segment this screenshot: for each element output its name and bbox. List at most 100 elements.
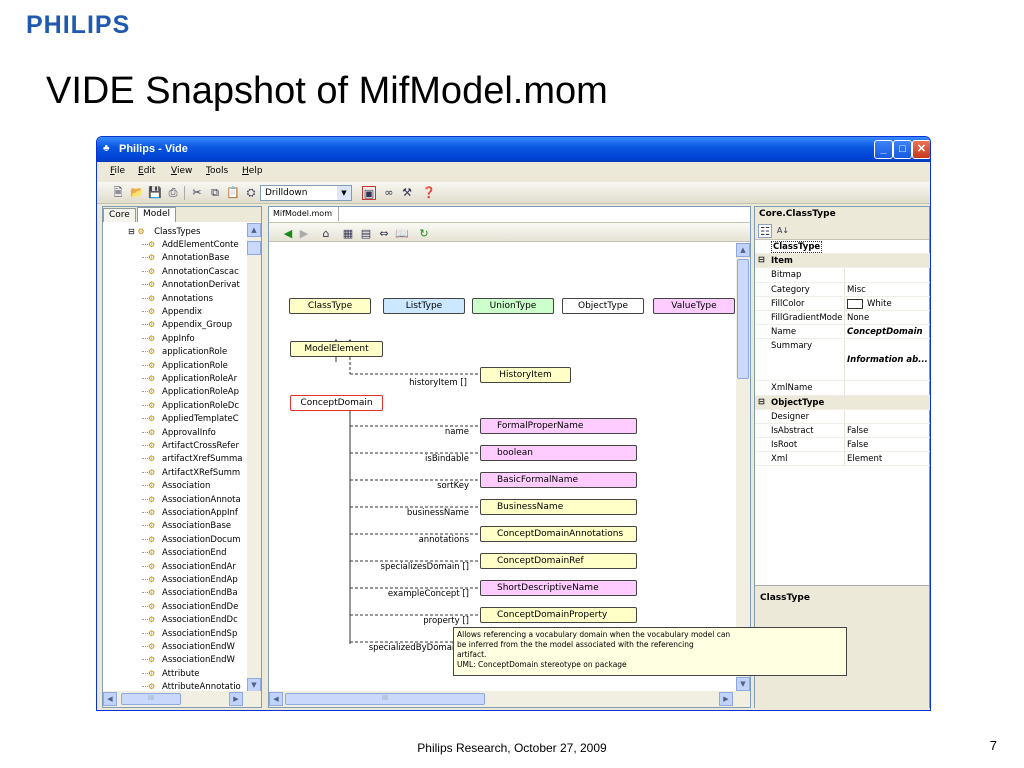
property-row[interactable]: XmlName	[755, 381, 930, 396]
attribute-type-box[interactable]: BasicFormalName	[480, 472, 637, 488]
paste-icon[interactable]: 📋	[226, 186, 240, 200]
tree-item[interactable]: ⚙ Annotations	[142, 292, 248, 305]
tree-item[interactable]: ⚙ AnnotationBase	[142, 251, 248, 264]
property-selected-row[interactable]: ClassType	[755, 240, 930, 255]
property-row[interactable]: IsRoot False	[755, 438, 930, 453]
scroll-thumb[interactable]	[247, 241, 261, 255]
tree-item[interactable]: ⚙ AssociationEndAp	[142, 573, 248, 586]
tree-item[interactable]: ⚙ AssociationEnd	[142, 546, 248, 559]
legend-classtype[interactable]: ClassType	[289, 298, 371, 314]
new-file-icon[interactable]: 🗎	[111, 186, 125, 200]
tree-item[interactable]: ⚙ AssociationAppInf	[142, 506, 248, 519]
collapse-icon[interactable]: ⊟	[128, 227, 135, 236]
property-row[interactable]: IsAbstract False	[755, 423, 930, 439]
canvas-scroll-right-icon[interactable]: ▶	[719, 692, 733, 706]
refresh-icon[interactable]: ↻	[417, 227, 431, 241]
legend-valuetype[interactable]: ValueType	[653, 298, 735, 314]
attribute-type-box[interactable]: BusinessName	[480, 499, 637, 515]
hscroll-thumb[interactable]: III	[121, 693, 181, 705]
tree-root[interactable]: ⊟ ⚙ ClassTypes	[128, 225, 248, 238]
tree-item[interactable]: ⚙ AssociationEndSp	[142, 627, 248, 640]
tree-item[interactable]: ⚙ AssociationEndW	[142, 653, 248, 666]
tree-item[interactable]: ⚙ AnnotationDerivat	[142, 278, 248, 291]
tree-item[interactable]: ⚙ artifactXrefSumma	[142, 452, 248, 465]
print-icon[interactable]: ⎙	[166, 186, 180, 200]
scroll-up-icon[interactable]: ▲	[247, 223, 261, 237]
tree-item[interactable]: ⚙ AssociationEndBa	[142, 586, 248, 599]
property-row[interactable]: FillGradientMode None	[755, 310, 930, 326]
minimize-button[interactable]: _	[874, 140, 893, 159]
canvas-scroll-up-icon[interactable]: ▲	[736, 243, 750, 257]
save-icon[interactable]: 💾	[148, 186, 162, 200]
tree-item[interactable]: ⚙ ArtifactXRefSumm	[142, 466, 248, 479]
home-icon[interactable]: ⌂	[319, 227, 333, 241]
property-row[interactable]: FillColor White	[755, 296, 930, 311]
property-row[interactable]: Category Misc	[755, 282, 930, 297]
attribute-type-box[interactable]: ConceptDomainProperty	[480, 607, 637, 623]
legend-listtype[interactable]: ListType	[383, 298, 465, 314]
book-icon[interactable]: 📖	[395, 227, 409, 241]
attribute-type-box[interactable]: FormalProperName	[480, 418, 637, 434]
tab-core[interactable]: Core	[103, 208, 136, 222]
tree-item[interactable]: ⚙ AppliedTemplateC	[142, 412, 248, 425]
tools-icon[interactable]: ⚒	[400, 186, 414, 200]
property-row[interactable]: Xml Element	[755, 452, 930, 467]
history-item-box[interactable]: HistoryItem	[480, 367, 571, 383]
tree-item[interactable]: ⚙ ArtifactCrossRefer	[142, 439, 248, 452]
attribute-type-box[interactable]: ShortDescriptiveName	[480, 580, 637, 596]
tree-item[interactable]: ⚙ AssociationBase	[142, 519, 248, 532]
property-value[interactable]: ConceptDomain	[847, 327, 923, 337]
tree-layout-icon[interactable]: ▤	[359, 227, 373, 241]
tree-item[interactable]: ⚙ ApplicationRole	[142, 359, 248, 372]
alphabetical-icon[interactable]: A↓	[776, 224, 790, 238]
diagram-icon[interactable]: ▣	[362, 186, 376, 200]
property-row[interactable]: Designer	[755, 409, 930, 424]
property-row[interactable]: Summary Information ab...	[755, 339, 930, 382]
categorized-icon[interactable]: ☷	[758, 224, 772, 238]
collapse-icon[interactable]: ⊟	[758, 397, 765, 406]
collapse-icon[interactable]: ⊟	[758, 255, 765, 264]
canvas-hscroll[interactable]: ◀ III ▶	[269, 691, 750, 707]
menu-tools[interactable]: Tools	[206, 166, 228, 176]
copy-icon[interactable]: ⧉	[208, 186, 222, 200]
tree-item[interactable]: ⚙ ApplicationRoleDc	[142, 399, 248, 412]
legend-uniontype[interactable]: UnionType	[472, 298, 554, 314]
open-folder-icon[interactable]: 📂	[130, 186, 144, 200]
attribute-type-box[interactable]: boolean	[480, 445, 637, 461]
tree-item[interactable]: ⚙ AppInfo	[142, 332, 248, 345]
property-category[interactable]: ⊟ ObjectType	[755, 395, 930, 410]
canvas-vscroll[interactable]	[736, 257, 750, 677]
menu-file[interactable]: File	[110, 166, 125, 176]
menu-view[interactable]: View	[171, 166, 192, 176]
tree-item[interactable]: ⚙ ApprovalInfo	[142, 426, 248, 439]
tree-item[interactable]: ⚙ AssociationEndW	[142, 640, 248, 653]
property-value[interactable]: False	[847, 440, 868, 450]
scroll-right-icon[interactable]: ▶	[229, 692, 243, 706]
tree-item[interactable]: ⚙ ApplicationRoleAp	[142, 385, 248, 398]
doc-tab[interactable]: MifModel.mom	[269, 207, 339, 221]
canvas-hscroll-thumb[interactable]: III	[285, 693, 485, 705]
menu-help[interactable]: Help	[242, 166, 263, 176]
property-category[interactable]: ⊟ Item	[755, 254, 930, 269]
property-value[interactable]: Information ab...	[847, 355, 928, 365]
tree-item[interactable]: ⚙ Appendix_Group	[142, 318, 248, 331]
property-value[interactable]: Misc	[847, 285, 866, 295]
tree-item[interactable]: ⚙ Association	[142, 479, 248, 492]
cut-icon[interactable]: ✂	[190, 186, 204, 200]
property-value[interactable]: White	[867, 299, 892, 309]
tree-item[interactable]: ⚙ AssociationEndAr	[142, 560, 248, 573]
scroll-down-icon[interactable]: ▼	[247, 678, 261, 692]
expand-icon[interactable]: ⇔	[377, 227, 391, 241]
concept-domain-box[interactable]: ConceptDomain	[290, 395, 383, 411]
tree-item[interactable]: ⚙ AnnotationCascac	[142, 265, 248, 278]
forward-icon[interactable]: ▶	[297, 227, 311, 241]
tree-item[interactable]: ⚙ Attribute	[142, 667, 248, 680]
canvas-scroll-down-icon[interactable]: ▼	[736, 677, 750, 691]
drilldown-select[interactable]: Drilldown ▼	[260, 185, 352, 201]
maximize-button[interactable]: □	[893, 140, 912, 159]
layout-icon[interactable]: ▦	[341, 227, 355, 241]
tree-item[interactable]: ⚙ ApplicationRoleAr	[142, 372, 248, 385]
property-row[interactable]: Bitmap	[755, 268, 930, 283]
title-bar[interactable]: ♣ Philips - Vide _ □ ✕	[97, 137, 930, 162]
tree-item[interactable]: ⚙ AssociationDocum	[142, 533, 248, 546]
